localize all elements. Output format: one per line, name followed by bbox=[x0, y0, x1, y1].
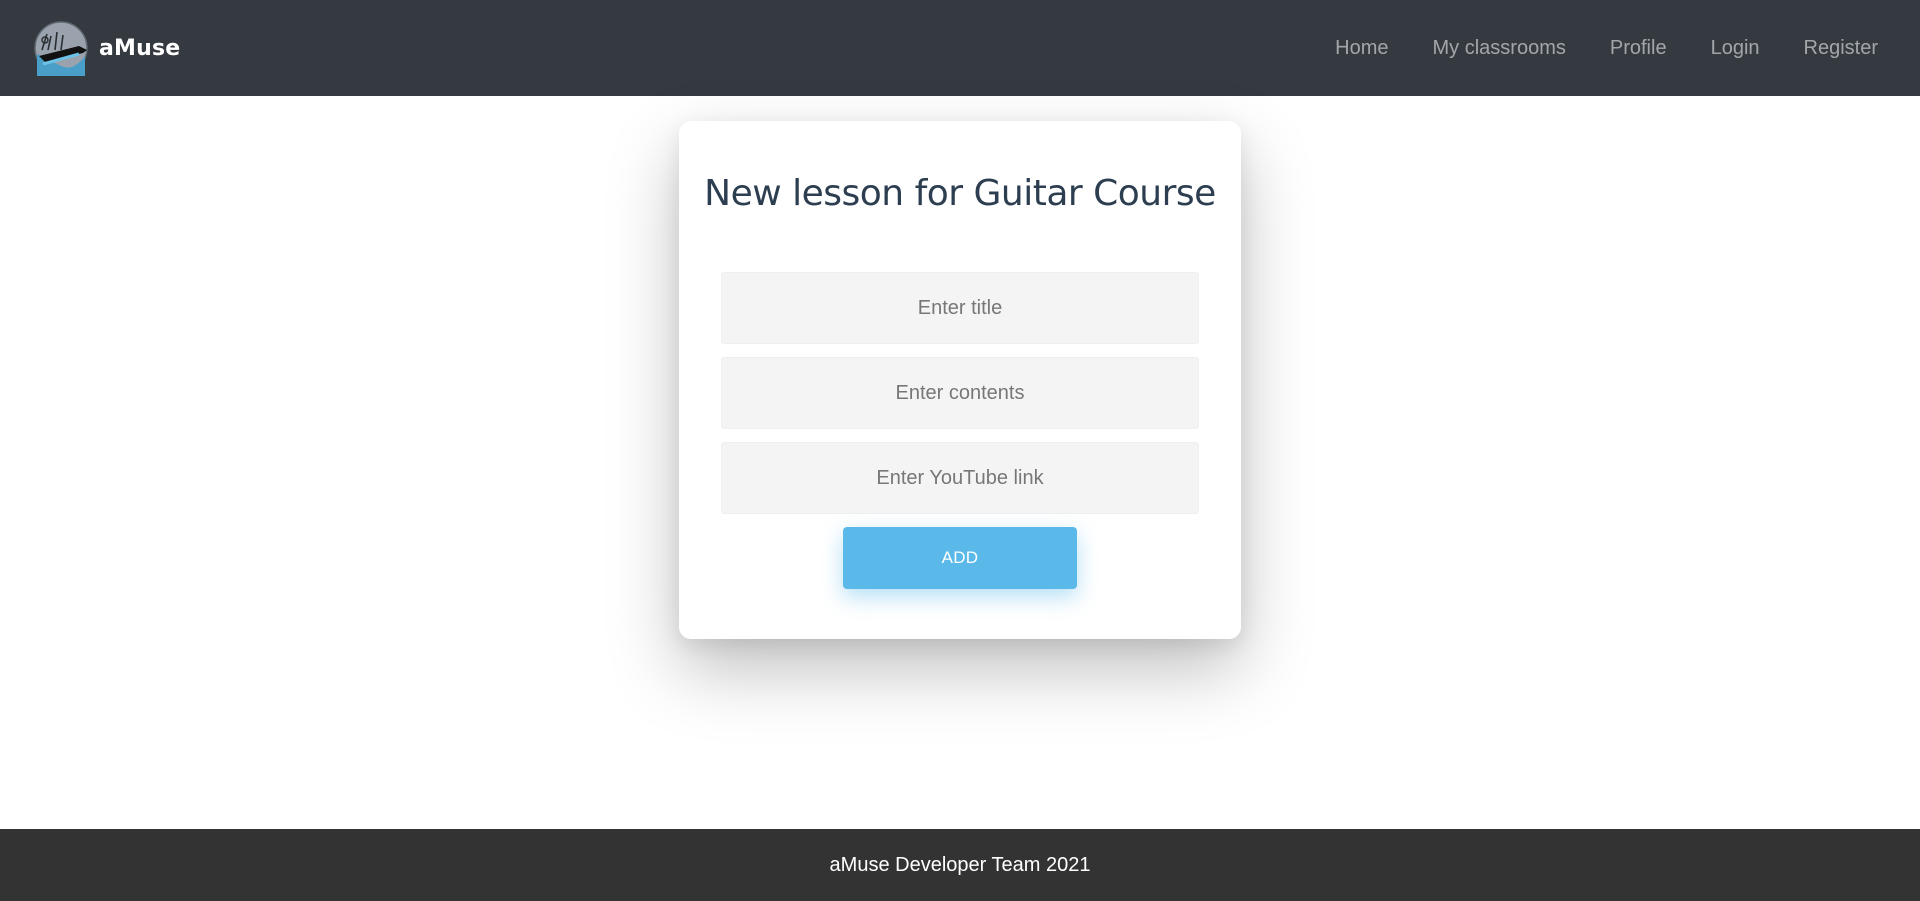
navbar: aMuse Home My classrooms Profile Login R… bbox=[0, 0, 1920, 96]
brand-name: aMuse bbox=[99, 35, 181, 61]
add-button[interactable]: ADD bbox=[843, 527, 1077, 589]
nav-item-profile[interactable]: Profile bbox=[1588, 0, 1689, 96]
nav-item-home[interactable]: Home bbox=[1313, 0, 1410, 96]
nav-links: Home My classrooms Profile Login Registe… bbox=[1313, 0, 1900, 96]
new-lesson-card: New lesson for Guitar Course ADD bbox=[679, 121, 1241, 639]
nav-item-my-classrooms[interactable]: My classrooms bbox=[1411, 0, 1588, 96]
nav-item-register[interactable]: Register bbox=[1782, 0, 1900, 96]
lesson-contents-input[interactable] bbox=[721, 357, 1199, 429]
footer-text: aMuse Developer Team 2021 bbox=[829, 853, 1091, 876]
lesson-title-input[interactable] bbox=[721, 272, 1199, 344]
brand-link[interactable]: aMuse bbox=[33, 20, 180, 76]
footer: aMuse Developer Team 2021 bbox=[0, 829, 1920, 901]
page-title: New lesson for Guitar Course bbox=[704, 173, 1216, 214]
youtube-link-input[interactable] bbox=[721, 442, 1199, 514]
amuse-logo-icon bbox=[34, 21, 88, 76]
nav-item-login[interactable]: Login bbox=[1689, 0, 1782, 96]
